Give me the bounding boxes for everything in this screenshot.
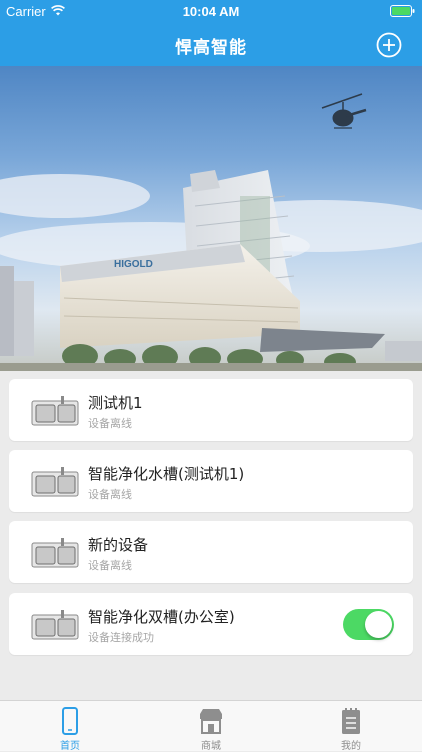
phone-icon <box>62 707 78 735</box>
device-card[interactable]: 新的设备 设备离线 <box>9 521 413 583</box>
sink-icon <box>31 467 79 497</box>
helicopter-icon <box>321 93 367 129</box>
tab-bar: 首页 商城 我的 <box>0 700 422 752</box>
notepad-icon <box>342 708 360 734</box>
device-status: 设备连接成功 <box>88 631 154 644</box>
tab-home[interactable]: 首页 <box>25 701 115 752</box>
navigation-bar: Carrier 10:04 AM 悍高智能 <box>0 0 422 66</box>
tab-mine[interactable]: 我的 <box>306 701 396 752</box>
device-status: 设备离线 <box>88 417 132 430</box>
building-illustration: HIGOLD <box>0 93 422 371</box>
tab-store[interactable]: 商城 <box>166 701 256 752</box>
device-power-toggle[interactable] <box>343 609 394 640</box>
device-name: 智能净化水槽(测试机1) <box>88 465 245 483</box>
sink-icon <box>31 538 79 568</box>
device-card[interactable]: 智能净化双槽(办公室) 设备连接成功 <box>9 593 413 655</box>
device-card[interactable]: 测试机1 设备离线 <box>9 379 413 441</box>
plus-circle-icon[interactable] <box>376 32 402 58</box>
banner-image: HIGOLD <box>0 66 422 371</box>
battery-icon <box>390 5 415 17</box>
device-name: 新的设备 <box>88 536 149 554</box>
status-time: 10:04 AM <box>182 4 240 19</box>
device-status: 设备离线 <box>88 488 132 501</box>
device-name: 测试机1 <box>88 394 143 412</box>
device-card[interactable]: 智能净化水槽(测试机1) 设备离线 <box>9 450 413 512</box>
device-status: 设备离线 <box>88 559 132 572</box>
page-title: 悍高智能 <box>175 38 247 58</box>
store-icon <box>200 709 222 734</box>
device-name: 智能净化双槽(办公室) <box>88 608 235 626</box>
toggle-knob <box>365 611 392 638</box>
status-bar: Carrier 10:04 AM <box>0 0 422 22</box>
building-sign: HIGOLD <box>114 259 153 270</box>
sink-icon <box>31 396 79 426</box>
sink-icon <box>31 610 79 640</box>
